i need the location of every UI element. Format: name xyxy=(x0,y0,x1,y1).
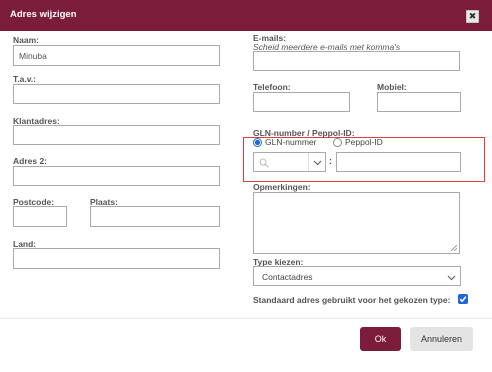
standaard-checkbox[interactable] xyxy=(458,294,468,304)
gln-value-input[interactable] xyxy=(336,152,461,172)
search-icon xyxy=(259,158,269,168)
tav-input[interactable] xyxy=(13,84,220,104)
ok-button[interactable]: Ok xyxy=(360,327,401,351)
gln-separator: : xyxy=(329,156,332,166)
naam-label: Naam: xyxy=(13,35,39,45)
cancel-button[interactable]: Annuleren xyxy=(410,327,473,351)
radio-gln-nummer[interactable] xyxy=(253,138,262,147)
chevron-down-icon xyxy=(313,160,322,166)
emails-input[interactable] xyxy=(253,51,460,71)
naam-input[interactable] xyxy=(13,45,220,66)
radio-peppol-id[interactable] xyxy=(333,138,342,147)
chevron-down-icon xyxy=(447,275,456,281)
close-icon[interactable]: ✖ xyxy=(466,10,479,23)
select-divider xyxy=(308,153,309,171)
adres2-input[interactable] xyxy=(13,166,220,186)
postcode-input[interactable] xyxy=(13,206,67,227)
type-select-value: Contactadres xyxy=(262,272,313,282)
land-input[interactable] xyxy=(13,248,220,269)
mobiel-input[interactable] xyxy=(377,92,461,112)
radio-gln-nummer-label: GLN-nummer xyxy=(265,137,317,147)
opmerkingen-textarea[interactable] xyxy=(253,192,460,254)
opmerkingen-label: Opmerkingen: xyxy=(253,182,311,192)
radio-peppol-id-label: Peppol-ID xyxy=(345,137,383,147)
dialog-titlebar: Adres wijzigen ✖ xyxy=(0,0,492,31)
footer-divider xyxy=(0,318,492,319)
standaard-label: Standaard adres gebruikt voor het gekoze… xyxy=(253,295,451,305)
plaats-input[interactable] xyxy=(90,206,220,227)
resize-grip-icon[interactable] xyxy=(451,245,457,251)
checkmark-icon xyxy=(459,296,467,303)
dialog-title: Adres wijzigen xyxy=(10,9,77,20)
type-select[interactable]: Contactadres xyxy=(253,266,461,286)
telefoon-input[interactable] xyxy=(253,92,350,112)
tav-label: T.a.v.: xyxy=(13,74,36,84)
telefoon-label: Telefoon: xyxy=(253,82,291,92)
adres2-label: Adres 2: xyxy=(13,156,48,166)
mobiel-label: Mobiel: xyxy=(377,82,407,92)
gln-scheme-select[interactable] xyxy=(253,152,326,172)
klantadres-input[interactable] xyxy=(13,125,220,145)
